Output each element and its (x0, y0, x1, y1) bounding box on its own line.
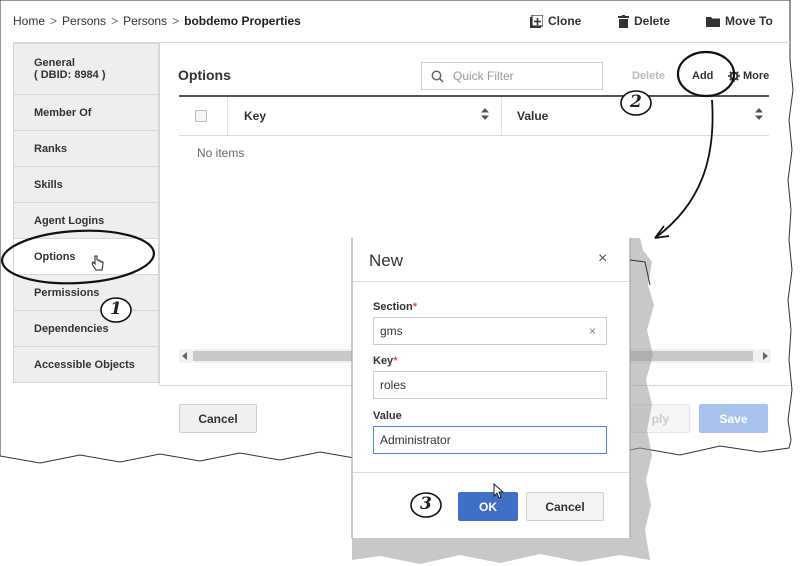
clone-label: Clone (548, 14, 582, 28)
quick-filter-input[interactable] (451, 68, 595, 84)
sidebar-item-label: General (34, 57, 75, 69)
clone-button[interactable]: Clone (530, 14, 581, 28)
sidebar-item-skills[interactable]: Skills (13, 167, 159, 203)
callout-number-1: 1 (110, 299, 122, 319)
dialog-header-divider (353, 281, 629, 282)
key-field-label: Key* (373, 355, 397, 367)
gear-icon (728, 70, 740, 82)
value-field-label: Value (373, 410, 402, 422)
section-field[interactable] (373, 317, 607, 345)
empty-table-message: No items (197, 146, 245, 160)
dialog-title: New (369, 251, 404, 270)
breadcrumb-current: bobdemo Properties (184, 14, 301, 28)
dialog-footer-divider (353, 472, 629, 473)
section-label-text: Section (373, 301, 413, 313)
scroll-left-arrow-icon[interactable] (182, 352, 187, 360)
breadcrumb: Home > Persons > Persons > bobdemo Properties (13, 14, 301, 28)
dialog-cancel-button[interactable]: Cancel (526, 492, 604, 521)
sidebar-item-dbid: ( DBID: 8984 ) (34, 69, 106, 81)
table-header: Key Value (179, 95, 769, 136)
sidebar-item-label: Permissions (34, 286, 100, 299)
sidebar-item-agent-logins[interactable]: Agent Logins (13, 203, 159, 239)
search-icon (431, 70, 444, 83)
options-more-label: More (743, 70, 770, 82)
quick-filter[interactable] (421, 62, 603, 90)
breadcrumb-separator: > (50, 14, 58, 28)
breadcrumb-separator: > (111, 14, 119, 28)
required-marker: * (412, 301, 418, 313)
move-to-label: Move To (725, 14, 773, 28)
section-field-label: Section* (373, 301, 417, 313)
key-field[interactable] (373, 371, 607, 399)
required-marker: * (393, 355, 398, 367)
folder-icon (706, 16, 720, 27)
sidebar: General ( DBID: 8984 ) Member Of Ranks S… (13, 43, 159, 383)
options-delete-button[interactable]: Delete (632, 70, 665, 82)
column-divider (501, 97, 502, 135)
breadcrumb-persons[interactable]: Persons (62, 14, 106, 28)
callout-number-3: 3 (420, 494, 432, 514)
clone-icon (530, 14, 543, 28)
sort-icon[interactable] (755, 108, 763, 120)
cancel-button[interactable]: Cancel (179, 404, 257, 433)
breadcrumb-persons-folder[interactable]: Persons (123, 14, 167, 28)
sidebar-item-label: Skills (34, 178, 63, 191)
delete-label: Delete (634, 14, 671, 28)
column-header-value[interactable]: Value (517, 109, 548, 123)
sidebar-divider (159, 43, 160, 385)
sidebar-item-label: Options (34, 250, 76, 263)
options-add-button[interactable]: Add (692, 70, 713, 82)
sidebar-item-options[interactable]: Options (13, 239, 159, 275)
close-icon[interactable]: × (598, 250, 607, 268)
sidebar-item-label: Accessible Objects (34, 358, 135, 371)
clear-section-icon[interactable]: × (589, 324, 596, 338)
breadcrumb-home[interactable]: Home (13, 14, 45, 28)
key-label-text: Key (373, 355, 394, 367)
move-to-button[interactable]: Move To (706, 14, 773, 28)
value-field[interactable] (373, 426, 607, 454)
save-button[interactable]: Save (699, 404, 768, 433)
options-more-button[interactable]: More (728, 70, 769, 82)
callout-number-2: 2 (630, 92, 642, 112)
sidebar-item-label: Agent Logins (34, 214, 105, 227)
sidebar-item-label: Dependencies (34, 322, 109, 335)
column-divider (227, 97, 228, 135)
sidebar-item-accessible-objects[interactable]: Accessible Objects (13, 347, 159, 383)
panel-title: Options (178, 67, 231, 83)
delete-button[interactable]: Delete (618, 14, 670, 28)
select-all-checkbox[interactable] (195, 110, 207, 122)
breadcrumb-separator: > (172, 14, 180, 28)
sort-icon[interactable] (481, 108, 489, 120)
top-bar: Home > Persons > Persons > bobdemo Properties … (0, 0, 790, 42)
ok-button[interactable]: OK (458, 492, 518, 521)
sidebar-item-label: Ranks (34, 142, 68, 155)
sidebar-item-permissions[interactable]: Permissions (13, 275, 159, 311)
sidebar-item-member-of[interactable]: Member Of (13, 95, 159, 131)
sidebar-item-dependencies[interactable]: Dependencies (13, 311, 159, 347)
trash-icon (618, 14, 629, 28)
sidebar-item-label: Member Of (34, 106, 92, 119)
column-header-key[interactable]: Key (244, 109, 266, 123)
sidebar-item-general[interactable]: General ( DBID: 8984 ) (13, 43, 159, 95)
scroll-right-arrow-icon[interactable] (763, 352, 768, 360)
sidebar-item-ranks[interactable]: Ranks (13, 131, 159, 167)
